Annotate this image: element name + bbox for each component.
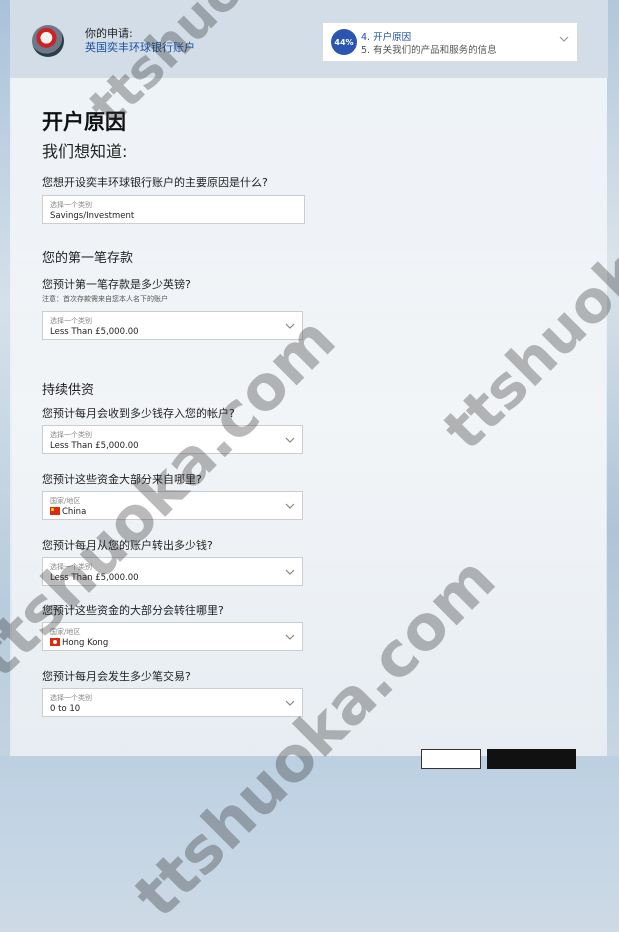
hong-kong-flag-icon [50,638,60,646]
chevron-down-icon [559,36,569,42]
field-value: China [50,507,86,517]
question-funds-destination-country: 您预计这些资金的大部分会转往哪里? [42,604,224,617]
chevron-down-icon [285,437,295,443]
field-label: 选择一个类别 [50,201,92,209]
field-value: Hong Kong [50,638,108,648]
country-name: China [62,507,87,517]
question-monthly-outgoing: 您预计每月从您的账户转出多少钱? [42,539,213,552]
progress-badge: 44% [331,29,357,55]
next-step-label: 5. 有关我们的产品和服务的信息 [361,45,497,56]
main-reason-select[interactable]: 选择一个类别 Savings/Investment [42,195,305,224]
back-button[interactable] [421,749,481,769]
chevron-down-icon [285,700,295,706]
field-label: 选择一个类别 [50,317,92,325]
field-value: Less Than £5,000.00 [50,327,139,337]
avatar [32,25,64,57]
first-deposit-note: 注意：首次存款需来自您本人名下的账户 [42,295,168,303]
field-value: 0 to 10 [50,704,81,714]
field-label: 选择一个类别 [50,694,92,702]
field-label: 选择一个类别 [50,431,92,439]
monthly-outgoing-select[interactable]: 选择一个类别 Less Than £5,000.00 [42,557,303,586]
question-monthly-incoming: 您预计每月会收到多少钱存入您的帐户? [42,407,235,420]
field-label: 国家/地区 [50,497,81,505]
first-deposit-select[interactable]: 选择一个类别 Less Than £5,000.00 [42,311,303,340]
field-value: Savings/Investment [50,211,135,221]
current-step-label: 4. 开户原因 [361,32,412,43]
field-label: 选择一个类别 [50,563,92,571]
field-value: Less Than £5,000.00 [50,441,139,451]
page-subtitle: 我们想知道: [42,142,128,161]
continue-button[interactable] [487,749,576,769]
chevron-down-icon [285,569,295,575]
question-main-reason: 您想开设奕丰环球银行账户的主要原因是什么? [42,176,268,189]
country-name: Hong Kong [62,638,109,648]
funds-source-country-select[interactable]: 国家/地区 China [42,491,303,520]
field-label: 国家/地区 [50,628,81,636]
question-monthly-transactions: 您预计每月会发生多少笔交易? [42,670,191,683]
chevron-down-icon [285,634,295,640]
background-right [606,0,619,756]
monthly-incoming-select[interactable]: 选择一个类别 Less Than £5,000.00 [42,425,303,454]
monthly-transactions-select[interactable]: 选择一个类别 0 to 10 [42,688,303,717]
section-ongoing-funding: 持续供资 [42,383,95,398]
step-progress-dropdown[interactable]: 44% 4. 开户原因 5. 有关我们的产品和服务的信息 [322,22,578,62]
funds-destination-country-select[interactable]: 国家/地区 Hong Kong [42,622,303,651]
question-first-deposit: 您预计第一笔存款是多少英镑? [42,278,191,291]
field-value: Less Than £5,000.00 [50,573,139,583]
page-title: 开户原因 [42,110,126,134]
applicant-link[interactable]: 英国奕丰环球银行账户 [85,39,195,55]
chevron-down-icon [285,503,295,509]
question-funds-source-country: 您预计这些资金大部分来自哪里? [42,473,202,486]
chevron-down-icon [285,323,295,329]
section-first-deposit: 您的第一笔存款 [42,251,134,266]
china-flag-icon [50,507,60,515]
